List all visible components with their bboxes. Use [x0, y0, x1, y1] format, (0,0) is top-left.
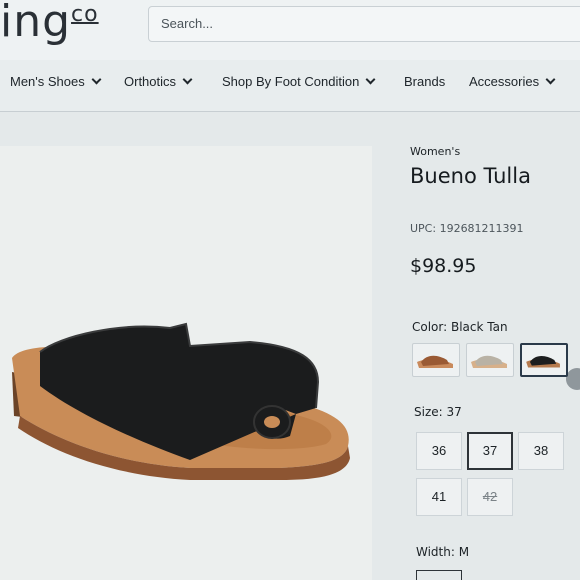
nav-item-brands[interactable]: Brands [404, 74, 445, 89]
nav-item-accessories[interactable]: Accessories [469, 74, 556, 89]
next-arrow-icon[interactable] [566, 368, 580, 390]
top-bar: ingco Search... [0, 0, 580, 60]
logo-suffix: co [71, 2, 99, 27]
color-label: Color: Black Tan [412, 320, 508, 334]
chevron-down-icon [365, 74, 376, 85]
chevron-down-icon [182, 74, 193, 85]
product-title: Bueno Tulla [410, 164, 531, 188]
product-upc: UPC: 192681211391 [410, 222, 524, 235]
chevron-down-icon [545, 74, 556, 85]
site-logo[interactable]: ingco [0, 0, 99, 47]
product-image-panel [0, 146, 372, 580]
width-label: Width: M [416, 545, 470, 559]
nav-item-label: Accessories [469, 74, 540, 89]
nav-item-label: Brands [404, 74, 446, 89]
width-option[interactable] [416, 570, 462, 580]
nav-item-label: Shop By Foot Condition [222, 74, 360, 89]
sandal-thumbnail-icon [526, 355, 560, 368]
product-image[interactable] [0, 146, 372, 580]
nav-item-mens-shoes[interactable]: Men's Shoes [10, 74, 102, 89]
size-option-42[interactable]: 42 [467, 478, 513, 516]
nav-item-label: Orthotics [124, 74, 177, 89]
logo-text: ing [0, 0, 72, 47]
search-placeholder: Search... [161, 16, 214, 31]
product-price: $98.95 [410, 255, 477, 277]
color-swatch-tan[interactable] [412, 343, 460, 377]
size-option-36[interactable]: 36 [416, 432, 462, 470]
chevron-down-icon [91, 74, 102, 85]
sandal-thumbnail-icon [417, 355, 453, 368]
product-category: Women's [410, 145, 461, 158]
color-swatch-black-tan[interactable] [520, 343, 568, 377]
size-option-41[interactable]: 41 [416, 478, 462, 516]
size-option-38[interactable]: 38 [518, 432, 564, 470]
size-option-37[interactable]: 37 [467, 432, 513, 470]
sandal-thumbnail-icon [471, 355, 507, 368]
main-nav: Men's Shoes Orthotics Shop By Foot Condi… [0, 60, 580, 112]
size-label: Size: 37 [414, 405, 462, 419]
color-swatch-taupe[interactable] [466, 343, 514, 377]
nav-item-shop-by-foot-condition[interactable]: Shop By Foot Condition [222, 74, 376, 89]
nav-item-orthotics[interactable]: Orthotics [124, 74, 193, 89]
search-input[interactable]: Search... [148, 6, 580, 42]
nav-item-label: Men's Shoes [10, 74, 85, 89]
